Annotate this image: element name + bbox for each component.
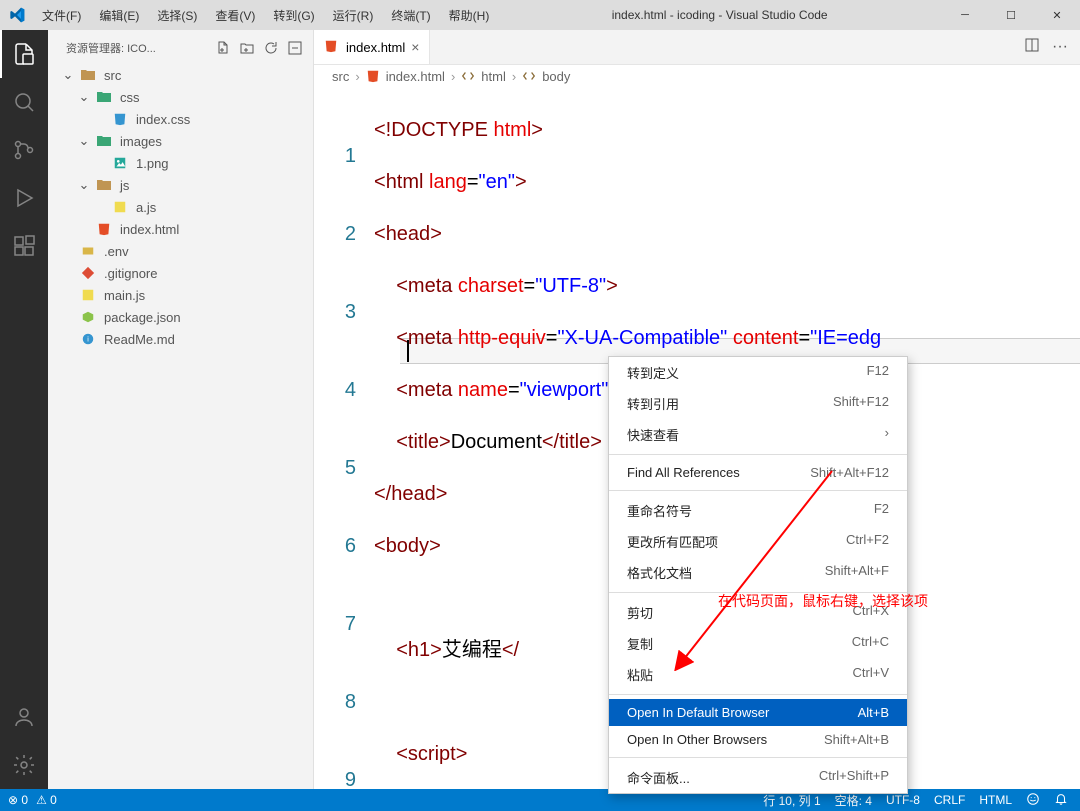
main-menu: 文件(F) 编辑(E) 选择(S) 查看(V) 转到(G) 运行(R) 终端(T…	[34, 3, 497, 28]
status-bell-icon[interactable]	[1054, 792, 1068, 809]
window-title: index.html - icoding - Visual Studio Cod…	[497, 8, 942, 22]
tree-file-ajs[interactable]: a.js	[48, 196, 313, 218]
context-menu-item[interactable]: 转到引用Shift+F12	[609, 388, 907, 419]
activity-search-icon[interactable]	[0, 78, 48, 126]
activity-extensions-icon[interactable]	[0, 222, 48, 270]
menu-edit[interactable]: 编辑(E)	[91, 3, 147, 28]
tree-file-readme[interactable]: iReadMe.md	[48, 328, 313, 350]
tree-file-index-css[interactable]: index.css	[48, 108, 313, 130]
collapse-icon[interactable]	[287, 40, 303, 56]
tree-file-package[interactable]: package.json	[48, 306, 313, 328]
activity-explorer-icon[interactable]	[0, 30, 48, 78]
status-spaces[interactable]: 空格: 4	[835, 792, 872, 809]
editor-tabs: index.html × ···	[314, 30, 1080, 65]
menu-go[interactable]: 转到(G)	[265, 3, 322, 28]
new-folder-icon[interactable]	[239, 40, 255, 56]
activity-scm-icon[interactable]	[0, 126, 48, 174]
split-editor-icon[interactable]	[1024, 37, 1040, 58]
context-menu-item[interactable]: Open In Default BrowserAlt+B	[609, 699, 907, 726]
status-feedback-icon[interactable]	[1026, 792, 1040, 809]
sidebar-explorer: 资源管理器: ICO... ⌄src ⌄css index.css ⌄image…	[48, 30, 314, 789]
line-numbers: 1 2 3 4 5 6 7 8 9 10 11 12 13 14 15 16 1…	[314, 87, 374, 789]
menu-select[interactable]: 选择(S)	[149, 3, 205, 28]
menu-help[interactable]: 帮助(H)	[441, 3, 498, 28]
context-menu-item[interactable]: 命令面板...Ctrl+Shift+P	[609, 762, 907, 793]
html-file-icon	[324, 39, 340, 55]
tree-folder-images[interactable]: ⌄images	[48, 130, 313, 152]
status-errors[interactable]: ⊗ 0	[8, 793, 28, 807]
close-button[interactable]: ✕	[1034, 0, 1080, 30]
tab-index-html[interactable]: index.html ×	[314, 30, 430, 64]
menu-run[interactable]: 运行(R)	[325, 3, 382, 28]
status-position[interactable]: 行 10, 列 1	[763, 792, 820, 809]
tree-file-env[interactable]: .env	[48, 240, 313, 262]
tree-file-png[interactable]: 1.png	[48, 152, 313, 174]
status-bar: ⊗ 0 ⚠ 0 行 10, 列 1 空格: 4 UTF-8 CRLF HTML	[0, 789, 1080, 811]
activity-settings-icon[interactable]	[0, 741, 48, 789]
breadcrumb[interactable]: src› index.html› html› body	[314, 65, 1080, 87]
tab-close-icon[interactable]: ×	[411, 39, 419, 55]
more-actions-icon[interactable]: ···	[1052, 38, 1068, 56]
tree-folder-css[interactable]: ⌄css	[48, 86, 313, 108]
activity-account-icon[interactable]	[0, 693, 48, 741]
tree-folder-js[interactable]: ⌄js	[48, 174, 313, 196]
activity-bar	[0, 30, 48, 789]
tab-label: index.html	[346, 40, 405, 55]
menu-terminal[interactable]: 终端(T)	[383, 3, 438, 28]
text-cursor	[407, 340, 409, 362]
status-language[interactable]: HTML	[979, 793, 1012, 807]
tree-file-mainjs[interactable]: main.js	[48, 284, 313, 306]
menu-view[interactable]: 查看(V)	[207, 3, 263, 28]
file-tree: ⌄src ⌄css index.css ⌄images 1.png ⌄js a.…	[48, 62, 313, 352]
vscode-logo-icon	[0, 7, 34, 23]
status-encoding[interactable]: UTF-8	[886, 793, 920, 807]
minimize-button[interactable]: ─	[942, 0, 988, 30]
new-file-icon[interactable]	[215, 40, 231, 56]
context-menu-item[interactable]: Open In Other BrowsersShift+Alt+B	[609, 726, 907, 753]
menu-file[interactable]: 文件(F)	[34, 3, 89, 28]
annotation-arrow	[672, 461, 842, 671]
tree-file-index-html[interactable]: index.html	[48, 218, 313, 240]
status-eol[interactable]: CRLF	[934, 793, 965, 807]
maximize-button[interactable]: ☐	[988, 0, 1034, 30]
status-warnings[interactable]: ⚠ 0	[36, 793, 57, 807]
context-menu-item[interactable]: 快速查看›	[609, 419, 907, 450]
tree-folder-src[interactable]: ⌄src	[48, 64, 313, 86]
annotation-text: 在代码页面，鼠标右键，选择该项	[718, 591, 928, 611]
refresh-icon[interactable]	[263, 40, 279, 56]
context-menu-item[interactable]: 转到定义F12	[609, 357, 907, 388]
activity-debug-icon[interactable]	[0, 174, 48, 222]
sidebar-title: 资源管理器: ICO...	[66, 40, 215, 56]
title-bar: 文件(F) 编辑(E) 选择(S) 查看(V) 转到(G) 运行(R) 终端(T…	[0, 0, 1080, 30]
tree-file-gitignore[interactable]: .gitignore	[48, 262, 313, 284]
